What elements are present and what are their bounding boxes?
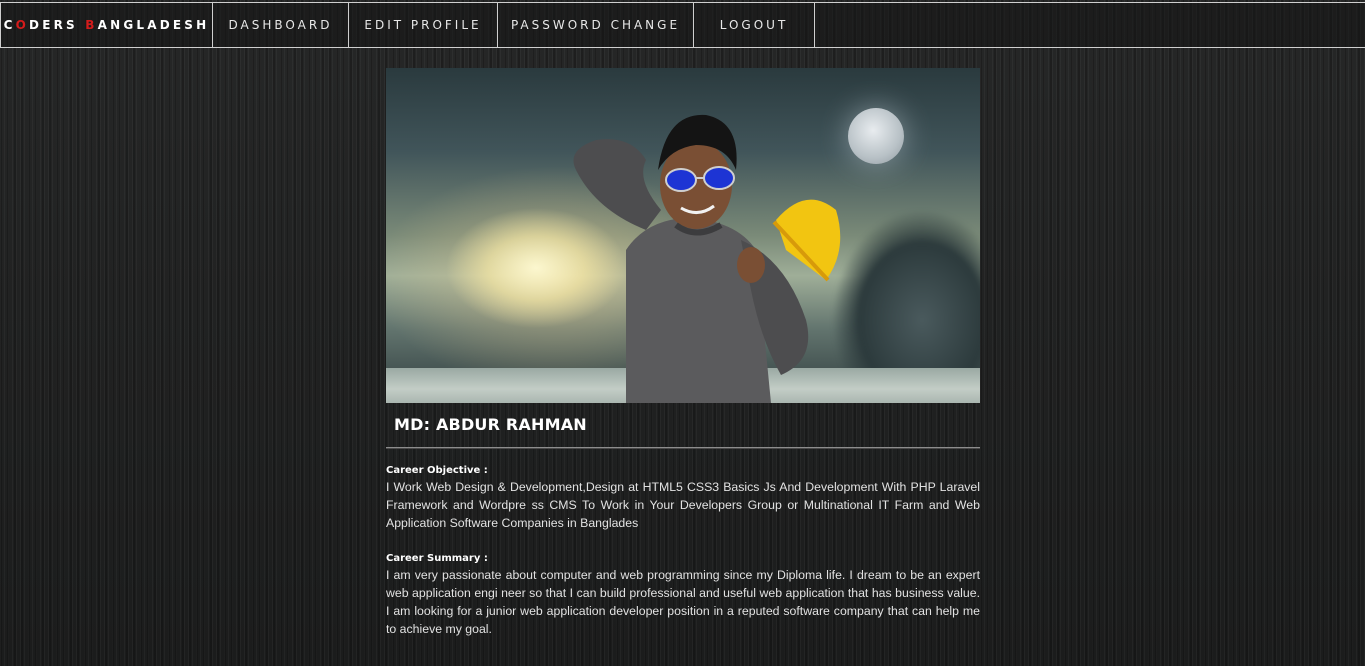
name-divider bbox=[386, 447, 980, 449]
nav-password-change-link[interactable]: PASSWORD CHANGE bbox=[498, 3, 694, 47]
brand-text-angladesh: ANGLADESH bbox=[97, 18, 210, 32]
nav-logout-link[interactable]: LOGOUT bbox=[694, 3, 815, 47]
top-navbar: C O DERS B ANGLADESH DASHBOARD EDIT PROFILE… bbox=[0, 2, 1365, 48]
brand-logo[interactable]: C O DERS B ANGLADESH bbox=[0, 3, 213, 47]
moon-graphic bbox=[848, 108, 904, 164]
nav-edit-profile-link[interactable]: EDIT PROFILE bbox=[349, 3, 498, 47]
brand-accent-o: O bbox=[15, 18, 30, 32]
career-objective-title: Career Objective : bbox=[386, 465, 488, 476]
career-summary-title: Career Summary : bbox=[386, 553, 488, 564]
brand-text-ders: DERS bbox=[29, 18, 86, 32]
profile-name: MD: ABDUR RAHMAN bbox=[394, 415, 587, 434]
person-figure bbox=[573, 114, 841, 403]
profile-photo bbox=[386, 68, 980, 403]
nav-dashboard-link[interactable]: DASHBOARD bbox=[213, 3, 349, 47]
brand-accent-b: B bbox=[85, 18, 98, 32]
profile-content: MD: ABDUR RAHMAN Career Objective : I Wo… bbox=[386, 68, 980, 638]
brand-letter-c: C bbox=[3, 18, 16, 32]
career-summary-text: I am very passionate about computer and … bbox=[386, 568, 980, 636]
career-objective-text: I Work Web Design & Development,Design a… bbox=[386, 480, 980, 530]
